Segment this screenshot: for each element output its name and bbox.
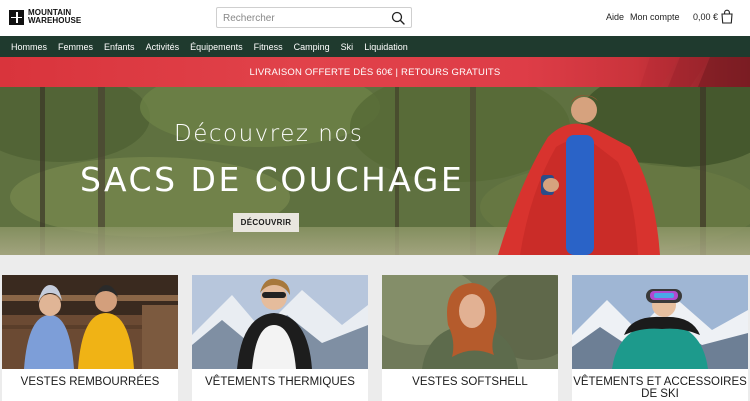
category-image-padded-jackets bbox=[2, 275, 178, 369]
category-tile-softshell[interactable]: VESTES SOFTSHELL bbox=[382, 275, 558, 401]
nav-item-camping[interactable]: Camping bbox=[294, 42, 330, 52]
basket-total[interactable]: 0,00 € bbox=[693, 12, 718, 22]
promo-text: LIVRAISON OFFERTE DÈS 60€ | RETOURS GRAT… bbox=[249, 66, 501, 78]
bag-icon[interactable] bbox=[720, 9, 734, 24]
brush-texture bbox=[640, 57, 750, 87]
category-tile-ski[interactable]: VÊTEMENTS ET ACCESSOIRES DE SKI bbox=[572, 275, 748, 401]
nav-item-enfants[interactable]: Enfants bbox=[104, 42, 135, 52]
category-label: VESTES SOFTSHELL bbox=[412, 376, 528, 388]
nav-item-femmes[interactable]: Femmes bbox=[58, 42, 93, 52]
category-tile-padded-jackets[interactable]: VESTES REMBOURRÉES bbox=[2, 275, 178, 401]
category-image-softshell bbox=[382, 275, 558, 369]
nav-item-equipements[interactable]: Équipements bbox=[190, 42, 243, 52]
category-label: VESTES REMBOURRÉES bbox=[20, 376, 160, 388]
hero-title-line-1: Découvrez nos bbox=[174, 121, 364, 147]
category-label: VÊTEMENTS ET ACCESSOIRES DE SKI bbox=[573, 376, 747, 400]
nav-item-ski[interactable]: Ski bbox=[341, 42, 354, 52]
category-image-thermals bbox=[192, 275, 368, 369]
logo-line-2: WAREHOUSE bbox=[28, 16, 82, 25]
category-label: VÊTEMENTS THERMIQUES bbox=[205, 376, 355, 388]
logo-cross-icon bbox=[9, 9, 24, 25]
hero-title-line-2: SACS DE COUCHAGE bbox=[80, 160, 465, 199]
discover-button[interactable]: DÉCOUVRIR bbox=[233, 213, 299, 232]
nav-item-activites[interactable]: Activités bbox=[146, 42, 180, 52]
nav-item-liquidation[interactable]: Liquidation bbox=[364, 42, 408, 52]
nav-item-fitness[interactable]: Fitness bbox=[254, 42, 283, 52]
category-image-ski bbox=[572, 275, 748, 369]
hero-banner[interactable]: Découvrez nos SACS DE COUCHAGE DÉCOUVRIR bbox=[0, 87, 750, 255]
brand-logo[interactable]: MOUNTAIN WAREHOUSE bbox=[9, 9, 81, 25]
account-link[interactable]: Mon compte bbox=[630, 12, 680, 22]
search-input[interactable] bbox=[223, 11, 383, 25]
main-nav: Hommes Femmes Enfants Activités Équipeme… bbox=[0, 36, 750, 57]
search-icon[interactable] bbox=[391, 11, 405, 25]
category-tile-thermals[interactable]: VÊTEMENTS THERMIQUES bbox=[192, 275, 368, 401]
logo-wordmark: MOUNTAIN WAREHOUSE bbox=[28, 9, 81, 25]
category-grid: VESTES REMBOURRÉES VÊTEMENTS THERMIQUES … bbox=[0, 255, 750, 401]
promo-banner[interactable]: LIVRAISON OFFERTE DÈS 60€ | RETOURS GRAT… bbox=[0, 57, 750, 87]
help-link[interactable]: Aide bbox=[606, 12, 624, 22]
nav-item-hommes[interactable]: Hommes bbox=[11, 42, 47, 52]
site-header: MOUNTAIN WAREHOUSE Aide Mon compte 0,00 … bbox=[0, 0, 750, 36]
search-box[interactable] bbox=[216, 7, 412, 28]
